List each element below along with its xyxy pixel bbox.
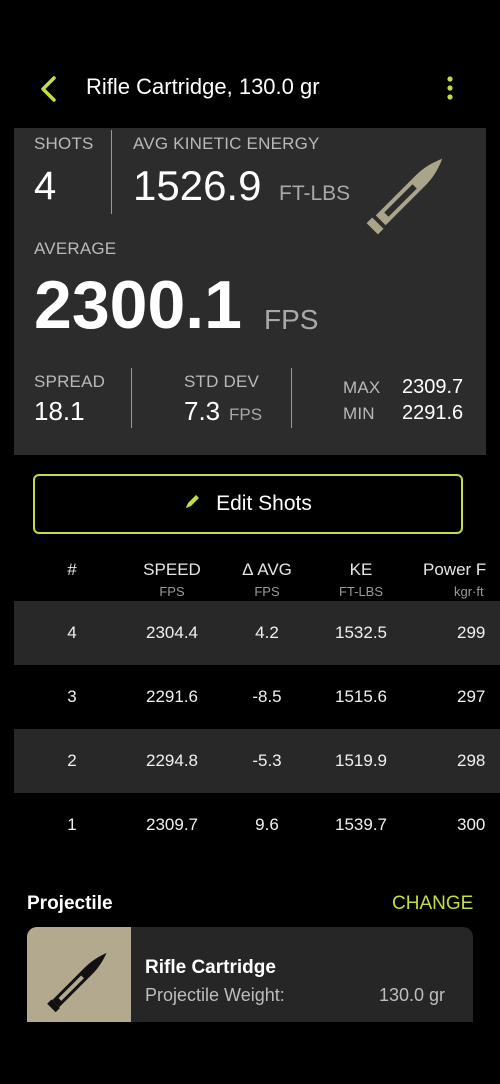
shot-number: 4 xyxy=(67,623,77,642)
shot-ke: 1532.5 xyxy=(335,623,387,642)
column-unit: FPS xyxy=(159,584,185,599)
column-label: Power F xyxy=(423,560,487,579)
shot-speed: 2304.4 xyxy=(146,623,198,642)
column-label: SPEED xyxy=(143,560,201,579)
divider xyxy=(111,130,112,214)
shot-speed: 2309.7 xyxy=(146,815,198,834)
ke-label: AVG KINETIC ENERGY xyxy=(133,134,320,153)
projectile-name: Rifle Cartridge xyxy=(145,957,276,978)
max-label: MAX xyxy=(343,378,381,397)
shot-power-factor: 299 xyxy=(457,623,486,642)
shot-speed: 2294.8 xyxy=(146,751,198,770)
shots-table: 4 2304.4 4.2 1532.5 299 3 2291.6 -8.5 15… xyxy=(14,601,500,857)
back-arrow-icon[interactable] xyxy=(36,74,64,104)
spread-value: 18.1 xyxy=(34,396,85,426)
max-value: 2309.7 xyxy=(402,376,464,398)
app-bar: Rifle Cartridge, 130.0 gr xyxy=(0,60,500,118)
shot-delta-avg: -5.3 xyxy=(252,751,282,770)
table-row[interactable]: 1 2309.7 9.6 1539.7 300 xyxy=(14,793,500,857)
column-header-delta-avg: Δ AVG FPS xyxy=(227,560,307,599)
shot-speed: 2291.6 xyxy=(146,687,198,706)
column-unit: FPS xyxy=(254,584,280,599)
more-options-icon[interactable] xyxy=(440,74,460,104)
shot-power-factor: 297 xyxy=(457,687,486,706)
stddev-value: 7.3 xyxy=(184,396,221,426)
spread-label: SPREAD xyxy=(34,372,106,391)
shots-label: SHOTS xyxy=(34,134,94,153)
column-header-power-factor: Power F kgr·ft xyxy=(423,560,500,599)
shot-delta-avg: -8.5 xyxy=(252,687,282,706)
shot-ke: 1539.7 xyxy=(335,815,387,834)
column-header-speed: SPEED FPS xyxy=(122,560,222,599)
shot-delta-avg: 4.2 xyxy=(255,623,279,642)
column-label: # xyxy=(67,560,77,579)
projectile-section-title: Projectile xyxy=(27,893,113,914)
shot-ke: 1519.9 xyxy=(335,751,387,770)
ke-value: 1526.9 xyxy=(133,162,262,209)
column-unit: FT-LBS xyxy=(338,584,384,599)
shot-number: 1 xyxy=(67,815,77,834)
shot-number: 2 xyxy=(67,751,77,770)
column-label: KE xyxy=(349,560,373,579)
change-projectile-button[interactable]: CHANGE xyxy=(392,893,473,915)
stddev-unit: FPS xyxy=(229,405,263,424)
projectile-weight-value: 130.0 gr xyxy=(379,985,446,1005)
shot-power-factor: 300 xyxy=(457,815,486,834)
table-row[interactable]: 3 2291.6 -8.5 1515.6 297 xyxy=(14,665,500,729)
table-row[interactable]: 2 2294.8 -5.3 1519.9 298 xyxy=(14,729,500,793)
shot-delta-avg: 9.6 xyxy=(255,815,279,834)
ke-unit: FT-LBS xyxy=(279,182,351,205)
min-label: MIN xyxy=(343,404,375,423)
shot-power-factor: 298 xyxy=(457,751,486,770)
projectile-image xyxy=(27,927,131,1022)
column-label: Δ AVG xyxy=(242,560,292,579)
table-row[interactable]: 4 2304.4 4.2 1532.5 299 xyxy=(14,601,500,665)
edit-shots-label: Edit Shots xyxy=(216,492,312,515)
bullet-icon xyxy=(359,142,459,247)
page-title: Rifle Cartridge, 130.0 gr xyxy=(86,74,320,99)
divider xyxy=(131,368,132,428)
shot-ke: 1515.6 xyxy=(335,687,387,706)
summary-panel: SHOTS 4 AVG KINETIC ENERGY 1526.9 FT-LBS… xyxy=(14,128,486,455)
shots-table-header: # SPEED FPS Δ AVG FPS KE FT-LBS Power F … xyxy=(0,560,500,602)
average-label: AVERAGE xyxy=(34,239,117,258)
min-value: 2291.6 xyxy=(402,402,464,424)
average-unit: FPS xyxy=(264,304,319,335)
column-header-number: # xyxy=(52,560,92,580)
column-unit: kgr·ft xyxy=(454,584,484,599)
average-value: 2300.1 xyxy=(34,267,242,343)
bullet-icon xyxy=(47,952,107,1013)
stddev-label: STD DEV xyxy=(184,372,260,391)
divider xyxy=(291,368,292,428)
projectile-card[interactable]: Rifle Cartridge Projectile Weight: 130.0… xyxy=(27,927,473,1022)
shot-number: 3 xyxy=(67,687,77,706)
shots-value: 4 xyxy=(34,164,57,208)
column-header-ke: KE FT-LBS xyxy=(316,560,406,599)
edit-shots-button[interactable]: Edit Shots xyxy=(33,474,463,534)
projectile-weight-label: Projectile Weight: xyxy=(145,985,285,1005)
pencil-icon xyxy=(184,492,202,516)
